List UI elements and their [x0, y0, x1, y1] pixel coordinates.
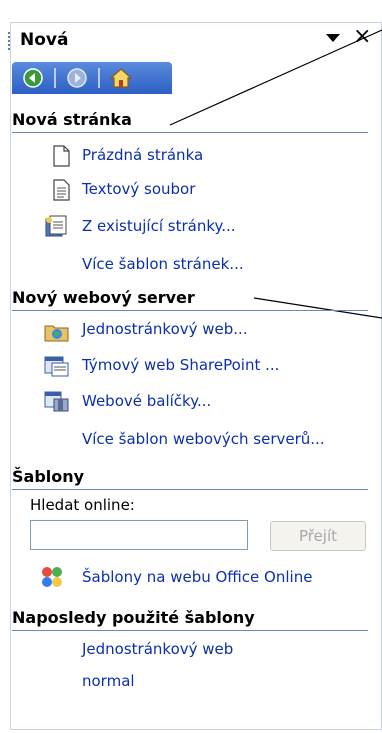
nav-toolbar [12, 62, 172, 94]
blank-page-link[interactable]: Prázdná stránka [82, 146, 203, 164]
blank-page-icon [50, 145, 72, 167]
recent-template-link[interactable]: Jednostránkový web [82, 640, 233, 658]
nav-separator [54, 68, 56, 88]
pane-title: Nová [20, 30, 69, 50]
search-online-label: Hledat online: [30, 496, 135, 514]
chevron-down-icon[interactable] [326, 34, 340, 42]
web-packages-link[interactable]: Webové balíčky... [82, 392, 211, 410]
from-existing-page-link[interactable]: Z existující stránky... [82, 217, 236, 235]
go-button[interactable]: Přejít [270, 521, 366, 551]
nav-separator [98, 68, 100, 88]
office-online-templates-link[interactable]: Šablony na webu Office Online [82, 568, 312, 586]
drag-grip[interactable] [8, 32, 13, 50]
section-templates-heading: Šablony [12, 467, 368, 490]
one-page-web-link[interactable]: Jednostránkový web... [82, 320, 248, 338]
sharepoint-web-icon [44, 355, 69, 377]
text-file-link[interactable]: Textový soubor [82, 180, 195, 198]
office-online-icon [40, 565, 62, 587]
search-online-input[interactable] [30, 520, 248, 550]
text-file-icon [50, 179, 72, 201]
home-icon[interactable] [109, 67, 133, 89]
more-web-templates-link[interactable]: Více šablon webových serverů... [82, 430, 325, 448]
section-new-page-heading: Nová stránka [12, 110, 368, 133]
forward-icon[interactable] [66, 67, 88, 89]
more-page-templates-link[interactable]: Více šablon stránek... [82, 255, 244, 273]
close-icon[interactable]: × [353, 26, 371, 48]
web-package-icon [44, 390, 69, 412]
section-new-web-heading: Nový webový server [12, 288, 368, 311]
recent-template-link[interactable]: normal [82, 672, 135, 690]
one-page-web-icon [44, 321, 69, 343]
back-icon[interactable] [22, 67, 44, 89]
sharepoint-web-link[interactable]: Týmový web SharePoint ... [82, 356, 279, 374]
section-recent-heading: Naposledy použité šablony [12, 608, 368, 631]
pane-titlebar: Nová × [8, 26, 372, 52]
existing-page-icon [44, 214, 67, 237]
